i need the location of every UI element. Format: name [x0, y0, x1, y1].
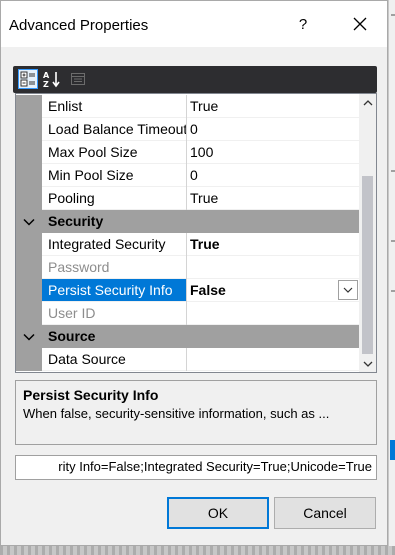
property-row-password[interactable]: Password — [16, 256, 359, 279]
background-window-bottom — [0, 546, 395, 555]
property-row-data-source[interactable]: Data Source — [16, 348, 359, 371]
chevron-up-icon — [363, 99, 372, 105]
description-text: When false, security-sensitive informati… — [23, 406, 330, 421]
property-value: False — [190, 282, 226, 298]
property-value[interactable]: True — [187, 187, 359, 210]
description-panel: Persist Security Info When false, securi… — [15, 380, 377, 445]
svg-text:Z: Z — [43, 80, 49, 88]
help-button[interactable]: ? — [280, 1, 326, 47]
property-grid-toolbar: A Z — [13, 66, 377, 93]
property-value[interactable]: 0 — [187, 164, 359, 187]
property-row-min-pool-size[interactable]: Min Pool Size 0 — [16, 164, 359, 187]
property-value[interactable]: True — [187, 233, 359, 256]
property-value[interactable] — [187, 348, 359, 371]
property-name: Integrated Security — [42, 233, 186, 256]
scroll-thumb[interactable] — [362, 176, 373, 354]
property-name: Load Balance Timeout — [42, 118, 186, 141]
property-row-enlist[interactable]: Enlist True — [16, 95, 359, 118]
categorized-icon — [20, 71, 35, 87]
property-value[interactable]: True — [187, 95, 359, 118]
property-value[interactable]: 100 — [187, 141, 359, 164]
category-source[interactable]: Source — [16, 325, 359, 348]
description-title: Persist Security Info — [23, 387, 159, 403]
property-name: User ID — [42, 302, 186, 325]
property-row-max-pool-size[interactable]: Max Pool Size 100 — [16, 141, 359, 164]
category-label: Security — [48, 213, 104, 229]
title-bar: Advanced Properties ? — [1, 1, 387, 47]
property-row-load-balance-timeout[interactable]: Load Balance Timeout 0 — [16, 118, 359, 141]
chevron-down-icon — [363, 361, 372, 367]
close-button[interactable] — [337, 1, 383, 47]
property-value[interactable] — [187, 302, 359, 325]
dialog-title: Advanced Properties — [9, 17, 149, 34]
chevron-down-icon — [343, 287, 353, 293]
scroll-up-button[interactable] — [359, 94, 376, 111]
connection-string-text: rity Info=False;Integrated Security=True… — [58, 459, 372, 474]
property-pages-icon — [71, 73, 85, 85]
property-name: Pooling — [42, 187, 186, 210]
property-name: Password — [42, 256, 186, 279]
property-name: Persist Security Info — [42, 279, 186, 302]
category-security[interactable]: Security — [16, 210, 359, 233]
property-value[interactable]: 0 — [187, 118, 359, 141]
property-name: Data Source — [42, 348, 186, 371]
cancel-button[interactable]: Cancel — [274, 497, 376, 529]
help-icon: ? — [298, 15, 308, 33]
close-icon — [353, 17, 367, 31]
property-row-persist-security-info[interactable]: Persist Security Info False — [16, 279, 359, 302]
categorized-button[interactable] — [18, 69, 38, 89]
alphabetical-icon: A Z — [43, 71, 60, 88]
property-pages-button[interactable] — [68, 69, 88, 89]
advanced-properties-dialog: Advanced Properties ? A Z Enlist True Lo… — [0, 0, 388, 546]
property-name: Enlist — [42, 95, 186, 118]
property-grid: Enlist True Load Balance Timeout 0 Max P… — [15, 93, 377, 373]
property-value-select[interactable]: False — [187, 279, 359, 302]
ok-button[interactable]: OK — [167, 497, 269, 529]
property-row-user-id[interactable]: User ID — [16, 302, 359, 325]
property-name: Min Pool Size — [42, 164, 186, 187]
alphabetical-button[interactable]: A Z — [42, 69, 62, 89]
property-row-pooling[interactable]: Pooling True — [16, 187, 359, 210]
property-row-integrated-security[interactable]: Integrated Security True — [16, 233, 359, 256]
collapse-chevron-icon[interactable] — [23, 331, 35, 343]
background-window-edge — [388, 0, 395, 555]
vertical-scrollbar[interactable] — [359, 94, 376, 372]
connection-string-field[interactable]: rity Info=False;Integrated Security=True… — [15, 455, 377, 480]
scroll-down-button[interactable] — [359, 355, 376, 372]
category-label: Source — [48, 328, 96, 344]
svg-text:A: A — [43, 71, 50, 80]
property-value[interactable] — [187, 256, 359, 279]
property-name: Max Pool Size — [42, 141, 186, 164]
dropdown-button[interactable] — [338, 280, 358, 300]
collapse-chevron-icon[interactable] — [23, 216, 35, 228]
